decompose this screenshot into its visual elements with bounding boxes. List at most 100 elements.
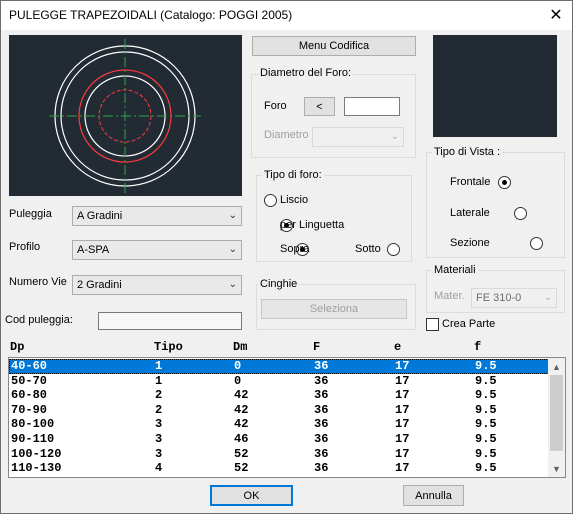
cell-e: 17 (395, 446, 410, 461)
col-header-dp: Dp (10, 340, 25, 354)
table-row[interactable]: 90-110 3 46 36 17 9.5 (9, 432, 549, 447)
cell-dp: 70-90 (11, 402, 48, 417)
sotto-label: Sotto (355, 243, 381, 255)
frontale-label: Frontale (450, 176, 491, 188)
chevron-down-icon: ⌄ (228, 279, 237, 290)
sezione-label: Sezione (450, 237, 490, 249)
profilo-select[interactable]: A-SPA ⌄ (72, 240, 242, 260)
numero-vie-value: 2 Gradini (77, 279, 122, 291)
cell-f-lower: 9.5 (475, 388, 497, 403)
tipo-vista-group (426, 152, 565, 258)
cell-f-upper: 36 (314, 446, 329, 461)
col-header-tipo: Tipo (154, 340, 183, 354)
cell-dp: 80-100 (11, 417, 55, 432)
cell-f-upper: 36 (314, 359, 329, 373)
close-button[interactable]: ✕ (545, 4, 567, 26)
tipo-vista-title: Tipo di Vista : (432, 146, 503, 158)
vertical-scrollbar[interactable]: ▲ ▼ (548, 358, 565, 477)
cell-f-lower: 9.5 (475, 373, 497, 388)
cod-puleggia-label: Cod puleggia: (5, 314, 73, 326)
cell-dm: 52 (234, 461, 249, 476)
cell-f-lower: 9.5 (475, 417, 497, 432)
cell-tipo: 2 (155, 388, 163, 403)
foro-arrow-button[interactable]: < (304, 97, 335, 116)
cell-e: 17 (395, 417, 410, 432)
cell-dm: 46 (234, 432, 249, 446)
data-table: 40-60 1 0 36 17 9.5 50-70 1 0 36 17 9.5 60-80 2 42 36 17… (8, 357, 566, 478)
puleggia-select[interactable]: A Gradini ⌄ (72, 206, 242, 226)
numero-vie-select[interactable]: 2 Gradini ⌄ (72, 275, 242, 295)
cell-f-lower: 9.5 (475, 446, 497, 461)
cod-puleggia-input[interactable] (98, 312, 242, 330)
col-header-e: e (394, 340, 402, 354)
cell-f-upper: 36 (314, 417, 329, 432)
cell-tipo: 3 (155, 446, 163, 461)
profilo-value: A-SPA (77, 244, 110, 256)
diametro-foro-title: Diametro del Foro: (258, 67, 354, 79)
scroll-down-icon[interactable]: ▼ (548, 460, 565, 477)
col-header-f-lower: f (474, 340, 482, 354)
cell-tipo: 1 (155, 359, 163, 373)
pulley-drawing (49, 39, 201, 193)
cell-dm: 42 (234, 402, 249, 417)
cell-f-upper: 36 (314, 402, 329, 417)
puleggia-label: Puleggia (9, 208, 52, 220)
cell-f-lower: 9.5 (475, 402, 497, 417)
cell-dm: 42 (234, 388, 249, 403)
menu-codifica-button[interactable]: Menu Codifica (252, 36, 416, 56)
cell-dm: 52 (234, 446, 249, 461)
scroll-thumb[interactable] (550, 375, 563, 451)
liscio-label: Liscio (280, 194, 309, 206)
cell-dp: 90-110 (11, 432, 55, 446)
diametro-select[interactable]: ⌄ (312, 127, 404, 147)
numero-vie-label: Numero Vie (9, 276, 67, 288)
cell-f-lower: 9.5 (475, 432, 497, 446)
crea-parte-checkbox[interactable] (426, 318, 439, 331)
table-row[interactable]: 70-90 2 42 36 17 9.5 (9, 403, 549, 418)
mater-select[interactable]: FE 310-0 ⌄ (471, 288, 557, 308)
cell-dm: 0 (234, 373, 242, 388)
chevron-down-icon: ⌄ (543, 292, 552, 303)
cell-dp: 50-70 (11, 373, 48, 388)
scroll-up-icon[interactable]: ▲ (548, 358, 565, 375)
annulla-button[interactable]: Annulla (403, 485, 464, 506)
table-row[interactable]: 80-100 3 42 36 17 9.5 (9, 417, 549, 432)
cell-e: 17 (395, 461, 410, 476)
seleziona-button[interactable]: Seleziona (261, 299, 407, 319)
cinghie-title: Cinghie (258, 278, 300, 290)
table-row[interactable]: 50-70 1 0 36 17 9.5 (9, 374, 549, 389)
linguetta-label: per Linguetta (280, 219, 345, 231)
cell-tipo: 1 (155, 373, 163, 388)
cell-f-lower: 9.5 (475, 461, 497, 476)
cell-tipo: 4 (155, 461, 163, 476)
cell-dm: 0 (234, 359, 242, 373)
puleggia-value: A Gradini (77, 210, 123, 222)
table-row[interactable]: 40-60 1 0 36 17 9.5 (9, 359, 549, 374)
col-header-dm: Dm (233, 340, 248, 354)
profilo-label: Profilo (9, 241, 41, 253)
cell-f-upper: 36 (314, 461, 329, 476)
table-row[interactable]: 100-120 3 52 36 17 9.5 (9, 447, 549, 462)
ok-button[interactable]: OK (210, 485, 293, 506)
table-row[interactable]: 110-130 4 52 36 17 9.5 (9, 461, 549, 476)
window-title: PULEGGE TRAPEZOIDALI (Catalogo: POGGI 20… (9, 8, 293, 22)
diametro-label: Diametro (264, 129, 309, 141)
tipo-foro-title: Tipo di foro: (262, 169, 324, 181)
sopra-label: Sopra (280, 243, 310, 255)
cell-dm: 42 (234, 417, 249, 432)
cell-e: 17 (395, 359, 410, 373)
cell-dp: 40-60 (11, 359, 48, 373)
foro-label: Foro (264, 100, 287, 112)
chevron-down-icon: ⌄ (228, 244, 237, 255)
liscio-radio[interactable] (264, 194, 277, 207)
table-row[interactable]: 60-80 2 42 36 17 9.5 (9, 388, 549, 403)
laterale-label: Laterale (450, 207, 490, 219)
cell-f-upper: 36 (314, 373, 329, 388)
cell-dp: 110-130 (11, 461, 62, 476)
cell-e: 17 (395, 373, 410, 388)
cell-e: 17 (395, 402, 410, 417)
view-preview (433, 35, 557, 137)
cell-tipo: 2 (155, 402, 163, 417)
col-header-f-upper: F (313, 340, 321, 354)
foro-input[interactable] (344, 97, 400, 116)
